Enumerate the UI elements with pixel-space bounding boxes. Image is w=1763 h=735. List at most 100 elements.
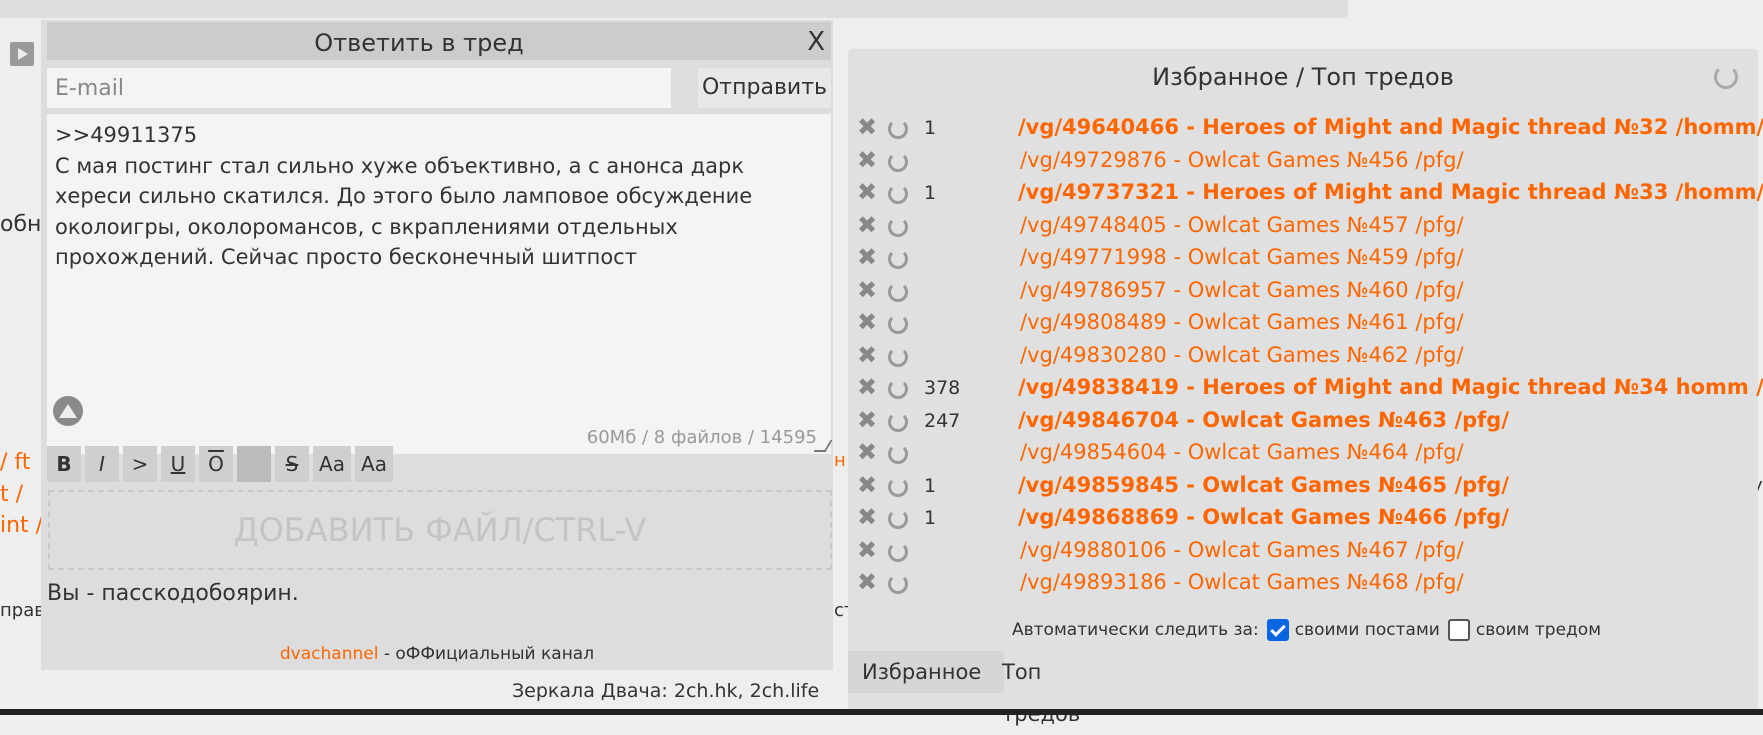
background-link[interactable]: t / — [0, 482, 23, 507]
remove-icon[interactable]: ✖ — [857, 243, 877, 271]
refresh-icon[interactable] — [888, 346, 908, 367]
thread-link[interactable]: /vg/49771998 - Owlcat Games №459 /pfg/ — [1020, 245, 1464, 269]
thread-link[interactable]: /vg/49893186 - Owlcat Games №468 /pfg/ — [1020, 570, 1464, 594]
thread-row: ✖ 1/vg/49859845 - Owlcat Games №465 /pfg/ — [848, 469, 1758, 502]
email-field[interactable] — [47, 68, 671, 108]
refresh-icon[interactable] — [888, 119, 908, 139]
auto-follow-label: Автоматически следить за: — [1012, 620, 1259, 640]
remove-icon[interactable]: ✖ — [857, 373, 877, 401]
thread-link[interactable]: /vg/49838419 - Heroes of Might and Magic… — [1018, 375, 1763, 399]
close-button[interactable]: X — [807, 27, 825, 57]
thread-row: ✖ /vg/49729876 - Owlcat Games №456 /pfg/ — [848, 144, 1758, 177]
strike-button[interactable]: S — [275, 446, 309, 482]
thread-link[interactable]: /vg/49729876 - Owlcat Games №456 /pfg/ — [1020, 148, 1464, 172]
send-button[interactable]: Отправить — [698, 68, 831, 108]
refresh-icon[interactable] — [888, 574, 908, 594]
thread-row: ✖ /vg/49748405 - Owlcat Games №457 /pfg/ — [848, 209, 1758, 242]
new-posts-count: 1 — [924, 117, 937, 139]
own-posts-label[interactable]: своими постами — [1295, 620, 1440, 640]
overline-button[interactable]: O — [199, 446, 233, 482]
thread-list: ✖ 1/vg/49640466 - Heroes of Might and Mag… — [848, 111, 1763, 599]
remove-icon[interactable]: ✖ — [857, 341, 877, 369]
refresh-icon[interactable] — [888, 216, 908, 237]
reply-form-header[interactable]: Ответить в тред X — [47, 22, 831, 60]
refresh-icon[interactable] — [1714, 65, 1738, 89]
spoiler-button[interactable] — [237, 446, 271, 482]
thread-link[interactable]: /vg/49830280 - Owlcat Games №462 /pfg/ — [1020, 343, 1464, 367]
refresh-icon[interactable] — [888, 184, 908, 204]
refresh-icon[interactable] — [888, 541, 908, 562]
remove-icon[interactable]: ✖ — [857, 276, 877, 304]
refresh-icon[interactable] — [888, 379, 908, 399]
underline-button[interactable]: U — [161, 446, 195, 482]
favorites-title: Избранное / Топ тредов — [1152, 63, 1454, 91]
reply-form: Ответить в тред X Отправить >>49911375 С… — [41, 20, 833, 670]
thread-link[interactable]: /vg/49868869 - Owlcat Games №466 /pfg/ — [1018, 505, 1509, 529]
tab-top-threads[interactable]: Топ тредов — [988, 651, 1094, 726]
quote-button[interactable]: > — [123, 446, 157, 482]
remove-icon[interactable]: ✖ — [857, 471, 877, 499]
thread-link[interactable]: /vg/49786957 - Owlcat Games №460 /pfg/ — [1020, 278, 1464, 302]
thread-link[interactable]: /vg/49846704 - Owlcat Games №463 /pfg/ — [1018, 408, 1509, 432]
own-posts-checkbox[interactable] — [1266, 619, 1289, 641]
thread-row: ✖ /vg/49880106 - Owlcat Games №467 /pfg/ — [848, 534, 1758, 567]
thread-link[interactable]: /vg/49859845 - Owlcat Games №465 /pfg/ — [1018, 473, 1509, 497]
refresh-icon[interactable] — [888, 249, 908, 269]
thread-row: ✖ 1/vg/49737321 - Heroes of Might and Mag… — [848, 176, 1763, 209]
play-icon[interactable] — [10, 42, 34, 66]
thread-row: ✖ 1/vg/49640466 - Heroes of Might and Mag… — [848, 111, 1763, 144]
thread-row: ✖ /vg/49771998 - Owlcat Games №459 /pfg/ — [848, 241, 1758, 274]
dvach-logo-icon[interactable] — [53, 396, 83, 426]
refresh-icon[interactable] — [888, 151, 908, 172]
thread-link[interactable]: /vg/49640466 - Heroes of Might and Magic… — [1018, 115, 1763, 139]
file-limit-info: 60Мб / 8 файлов / 14595 — [586, 427, 817, 448]
refresh-icon[interactable] — [888, 444, 908, 464]
remove-icon[interactable]: ✖ — [857, 503, 877, 531]
remove-icon[interactable]: ✖ — [857, 406, 877, 434]
remove-icon[interactable]: ✖ — [857, 211, 877, 239]
nickname-text: Вы - пасскодобоярин. — [47, 581, 299, 606]
superscript-button[interactable]: Aa — [313, 446, 351, 482]
thread-link[interactable]: /vg/49854604 - Owlcat Games №464 /pfg/ — [1020, 440, 1464, 464]
thread-link[interactable]: /vg/49880106 - Owlcat Games №467 /pfg/ — [1020, 538, 1464, 562]
remove-icon[interactable]: ✖ — [857, 113, 877, 141]
new-posts-count: 247 — [924, 409, 961, 432]
thread-row: ✖ /vg/49830280 - Owlcat Games №462 /pfg/ — [848, 339, 1758, 372]
italic-button[interactable]: I — [85, 446, 119, 482]
remove-icon[interactable]: ✖ — [857, 536, 877, 564]
reply-form-title: Ответить в тред — [314, 29, 524, 57]
thread-link[interactable]: /vg/49737321 - Heroes of Might and Magic… — [1018, 180, 1763, 204]
remove-icon[interactable]: ✖ — [857, 308, 877, 336]
background-link[interactable]: int / — [0, 513, 43, 538]
own-thread-label[interactable]: своим тредом — [1476, 620, 1601, 640]
background-link[interactable]: н — [834, 450, 846, 471]
thread-row: ✖ /vg/49893186 - Owlcat Games №468 /pfg/ — [848, 566, 1758, 599]
tab-favorites[interactable]: Избранное — [848, 651, 1004, 693]
new-posts-count: 378 — [924, 377, 961, 399]
mirrors-text: Зеркала Двача: 2ch.hk, 2ch.life — [512, 680, 820, 702]
background-link[interactable]: / ft — [0, 450, 30, 475]
favorites-panel: Избранное / Топ тредов ✖ 1/vg/49640466 - … — [848, 49, 1763, 726]
remove-icon[interactable]: ✖ — [857, 146, 877, 174]
subscript-button[interactable]: Aa — [355, 446, 393, 482]
refresh-icon[interactable] — [888, 509, 908, 529]
thread-link[interactable]: /vg/49808489 - Owlcat Games №461 /pfg/ — [1020, 310, 1464, 334]
file-dropzone[interactable]: ДОБАВИТЬ ФАЙЛ/CTRL-V — [48, 490, 832, 570]
remove-icon[interactable]: ✖ — [857, 178, 877, 206]
message-textarea[interactable]: >>49911375 С мая постинг стал сильно хуж… — [47, 114, 833, 454]
remove-icon[interactable]: ✖ — [857, 438, 877, 466]
new-posts-count: 1 — [924, 507, 937, 529]
remove-icon[interactable]: ✖ — [857, 568, 877, 596]
thread-link[interactable]: /vg/49748405 - Owlcat Games №457 /pfg/ — [1020, 213, 1464, 237]
top-bar — [0, 0, 1348, 18]
refresh-icon[interactable] — [888, 476, 908, 497]
new-posts-count: 1 — [924, 182, 937, 204]
message-text[interactable]: >>49911375 С мая постинг стал сильно хуж… — [55, 120, 815, 273]
channel-link[interactable]: dvachannel — [280, 644, 379, 664]
refresh-icon[interactable] — [888, 281, 908, 302]
own-thread-checkbox[interactable] — [1447, 619, 1470, 641]
new-posts-count: 1 — [924, 474, 937, 497]
refresh-icon[interactable] — [888, 314, 908, 334]
refresh-icon[interactable] — [888, 411, 908, 432]
bold-button[interactable]: B — [47, 446, 81, 482]
